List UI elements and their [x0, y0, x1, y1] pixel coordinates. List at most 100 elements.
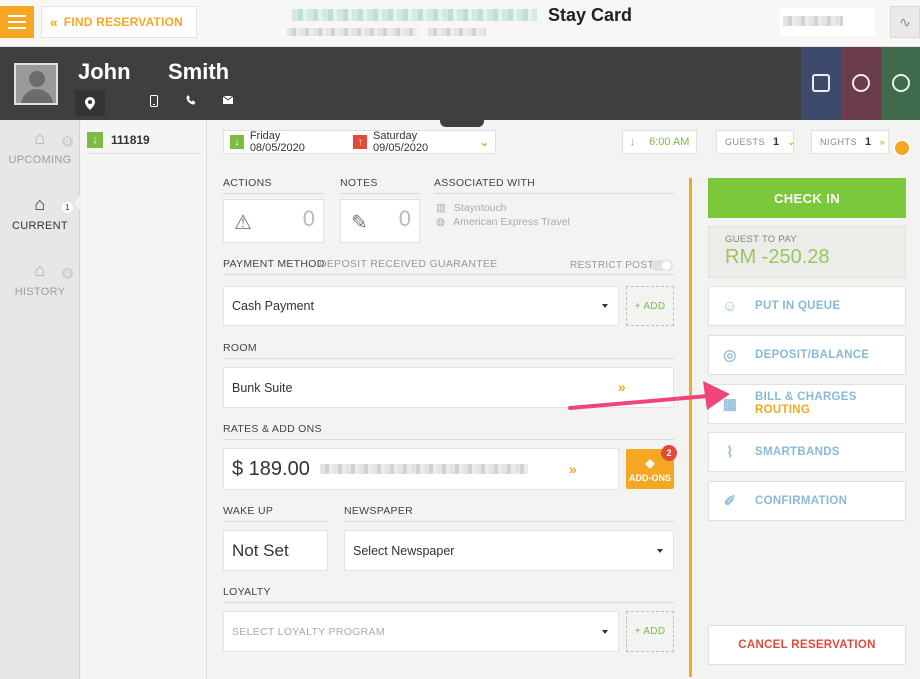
- divider: [340, 193, 420, 194]
- room-selector[interactable]: Bunk Suite »: [223, 367, 674, 408]
- divider: [223, 521, 328, 522]
- wake-up-label: WAKE UP: [223, 505, 274, 517]
- associated-travel-agent[interactable]: ◍ American Express Travel: [436, 216, 570, 228]
- restrict-post-toggle[interactable]: [651, 260, 673, 271]
- mobile-phone-icon[interactable]: [150, 95, 158, 110]
- rate-amount: $ 189.00: [232, 457, 310, 480]
- deposit-balance-button[interactable]: ◎ DEPOSIT/BALANCE: [708, 335, 906, 375]
- location-pin-icon: [85, 96, 95, 110]
- tab-preferences[interactable]: [881, 47, 920, 120]
- add-payment-button[interactable]: + ADD: [626, 286, 674, 326]
- guest-to-pay-panel[interactable]: GUEST TO PAY RM -250.28: [708, 226, 906, 278]
- find-reservation-label: FIND RESERVATION: [63, 15, 184, 29]
- guest-header: John Smith: [0, 47, 920, 157]
- upcoming-count-badge: 0: [62, 136, 73, 147]
- tab-web-info[interactable]: [841, 47, 881, 120]
- avatar[interactable]: [14, 63, 58, 105]
- arrival-arrow-icon: ↓: [230, 135, 244, 149]
- reservation-filter-rail: ⌂ 0 UPCOMING ⌂ 1 CURRENT ⌂ 0 HISTORY: [0, 120, 80, 679]
- smartbands-button[interactable]: ⌇ SMARTBANDS: [708, 432, 906, 472]
- rail-item-history[interactable]: ⌂ 0 HISTORY: [0, 260, 80, 298]
- people-icon: ☺: [722, 297, 738, 315]
- arrival-time[interactable]: ↓ 6:00 AM: [622, 130, 697, 154]
- globe-icon: ◍: [436, 216, 446, 228]
- payment-method-select[interactable]: Cash Payment: [223, 286, 619, 326]
- nights-selector[interactable]: NIGHTS 1 »: [811, 130, 889, 154]
- rail-item-label: HISTORY: [14, 286, 66, 298]
- activity-icon[interactable]: ∿: [890, 6, 920, 38]
- loyalty-select[interactable]: SELECT LOYALTY PROGRAM: [223, 611, 619, 652]
- associated-company[interactable]: ▥ Stayntouch: [436, 202, 506, 214]
- restrict-post-label: RESTRICT POST: [570, 260, 654, 271]
- actions-label: ACTIONS: [223, 177, 272, 189]
- newspaper-select[interactable]: Select Newspaper: [344, 530, 674, 571]
- cancel-reservation-button[interactable]: CANCEL RESERVATION: [708, 625, 906, 665]
- add-ons-label: ADD-ONS: [629, 472, 671, 483]
- rail-pointer: [74, 193, 82, 213]
- arrival-time-value: 6:00 AM: [649, 136, 690, 148]
- chevron-down-icon: ⌄: [479, 136, 490, 149]
- deposit-balance-label: DEPOSIT/BALANCE: [755, 349, 870, 361]
- reservation-number: 111819: [111, 132, 150, 147]
- guest-to-pay-amount: RM -250.28: [725, 246, 830, 268]
- find-reservation-button[interactable]: « FIND RESERVATION: [41, 6, 197, 38]
- history-count-badge: 0: [62, 268, 73, 279]
- divider: [434, 193, 674, 194]
- page-title: Stay Card: [548, 5, 633, 25]
- guest-last-name[interactable]: Smith: [168, 59, 229, 85]
- tab-room-info[interactable]: [801, 47, 841, 120]
- guest-to-pay-label: GUEST TO PAY: [725, 234, 797, 245]
- nights-count: 1: [865, 136, 872, 148]
- check-in-button[interactable]: CHECK IN: [708, 178, 906, 218]
- room-value: Bunk Suite: [232, 380, 293, 395]
- guest-first-name[interactable]: John: [78, 59, 131, 85]
- date-range[interactable]: ↓ Friday 08/05/2020 ↑ Saturday 09/05/202…: [223, 130, 496, 154]
- pen-icon: ✐: [723, 493, 737, 510]
- arrival-arrow-icon: ↓: [629, 136, 636, 148]
- globe-icon: [852, 74, 870, 92]
- building-icon: [812, 74, 830, 92]
- hotel-info-redacted: [428, 28, 486, 36]
- notes-count: 0: [398, 206, 411, 231]
- confirmation-button[interactable]: ✐ CONFIRMATION: [708, 481, 906, 521]
- wake-up-field[interactable]: Not Set: [223, 530, 328, 571]
- menu-line-icon: [8, 15, 26, 17]
- band-icon: ⌇: [726, 444, 734, 461]
- email-icon[interactable]: [222, 95, 234, 107]
- divider: [223, 274, 674, 275]
- guests-selector[interactable]: GUESTS 1 ⌄: [716, 130, 795, 154]
- loyalty-value: SELECT LOYALTY PROGRAM: [232, 625, 385, 638]
- guests-count: 1: [773, 136, 780, 148]
- divider: [223, 358, 674, 359]
- put-in-queue-button[interactable]: ☺ PUT IN QUEUE: [708, 286, 906, 326]
- arrival-date: Friday 08/05/2020: [249, 130, 305, 154]
- list-item[interactable]: ↓ 111819: [87, 126, 201, 154]
- notes-card[interactable]: ✎ 0: [340, 199, 420, 243]
- caret-down-icon: [602, 629, 608, 634]
- calculator-icon: ▦: [722, 396, 738, 413]
- rate-selector[interactable]: $ 189.00 »: [223, 448, 619, 490]
- pin-icon: ✎: [351, 212, 368, 234]
- bill-charges-routing-button[interactable]: ▦ BILL & CHARGES ROUTING: [708, 384, 906, 424]
- hamburger-menu-button[interactable]: [0, 6, 34, 38]
- rail-item-upcoming[interactable]: ⌂ 0 UPCOMING: [0, 128, 80, 166]
- double-chevron-right-icon: »: [618, 379, 626, 395]
- menu-line-icon: [8, 27, 26, 29]
- bed-icon: ⌂: [34, 194, 46, 214]
- actions-count: 0: [302, 206, 315, 231]
- add-ons-count-badge: 2: [661, 445, 677, 461]
- location-button[interactable]: [75, 90, 105, 116]
- divider: [223, 439, 674, 440]
- stack-icon: ◈: [645, 455, 655, 470]
- circles-icon: [892, 74, 910, 92]
- rail-item-current[interactable]: ⌂ 1 CURRENT: [0, 194, 80, 232]
- actions-card[interactable]: ⚠ 0: [223, 199, 324, 243]
- phone-icon[interactable]: [186, 95, 196, 108]
- newspaper-value: Select Newspaper: [353, 543, 455, 558]
- deposit-guarantee-label: DEPOSIT RECEIVED GUARANTEE: [319, 258, 498, 270]
- divider: [223, 193, 324, 194]
- confirmation-label: CONFIRMATION: [755, 495, 848, 507]
- add-loyalty-button[interactable]: + ADD: [626, 611, 674, 652]
- payment-method-label: PAYMENT METHOD: [223, 258, 325, 270]
- section-divider: [689, 178, 692, 677]
